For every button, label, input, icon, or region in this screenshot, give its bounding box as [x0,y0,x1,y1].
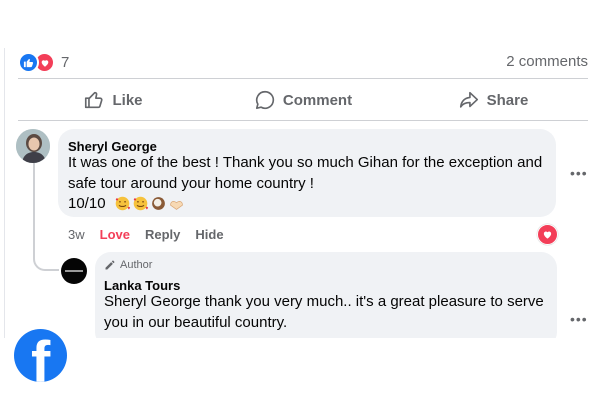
heart-hands-icon [170,201,183,210]
share-label: Share [486,91,529,109]
thumbs-up-icon [85,91,104,109]
pencil-icon [105,260,115,270]
comment-meta: 3w Love Reply Hide [68,227,224,242]
comments-count-link[interactable]: 2 comments [506,53,588,70]
like-label: Like [112,91,143,109]
smiling-face-with-hearts-icon [115,196,131,211]
reply-text: you in our beautiful country. [104,314,288,331]
reply-author-name[interactable]: Lanka Tours [104,278,180,293]
avatar[interactable] [16,129,50,163]
reply-thread-line [33,163,59,271]
post-actions-bar: Like Comment Share [18,84,588,116]
comment-bubble: Sheryl George It was one of the best ! T… [58,129,556,217]
reply-text: Sheryl George thank you very much.. it's… [104,293,544,310]
facebook-logo-icon: f [14,329,67,382]
left-border [4,48,5,338]
emoji-row [114,195,185,212]
comment-icon [255,90,275,110]
share-button[interactable]: Share [398,84,588,116]
divider [18,78,588,79]
comment-text: safe tour around your home country ! [68,175,314,192]
comment-author-name[interactable]: Sheryl George [68,139,157,154]
comment-button[interactable]: Comment [208,84,398,116]
love-reaction-icon[interactable] [537,224,558,245]
share-icon [459,91,478,108]
like-button[interactable]: Like [18,84,208,116]
more-options-icon[interactable]: ••• [570,311,588,327]
smiling-face-with-hearts-icon [133,196,149,211]
more-options-icon[interactable]: ••• [570,165,588,181]
author-badge-label: Author [120,259,153,271]
avatar[interactable] [61,258,87,284]
reply-bubble: Lanka Tours Sheryl George thank you very… [95,252,557,348]
hide-button[interactable]: Hide [195,227,223,242]
like-reaction-icon [18,52,39,73]
divider [18,120,588,121]
love-reaction-button[interactable]: Love [100,227,130,242]
comment-time[interactable]: 3w [68,227,85,242]
comment-label: Comment [282,91,353,109]
comment-text: It was one of the best ! Thank you so mu… [68,154,543,171]
reactions-summary[interactable]: 7 [18,52,69,73]
coconut-icon [152,197,165,210]
author-badge: Author [104,259,152,271]
reply-button[interactable]: Reply [145,227,180,242]
page-background [0,338,600,400]
reaction-count: 7 [61,54,70,71]
comment-rating: 10/10 [68,195,106,212]
